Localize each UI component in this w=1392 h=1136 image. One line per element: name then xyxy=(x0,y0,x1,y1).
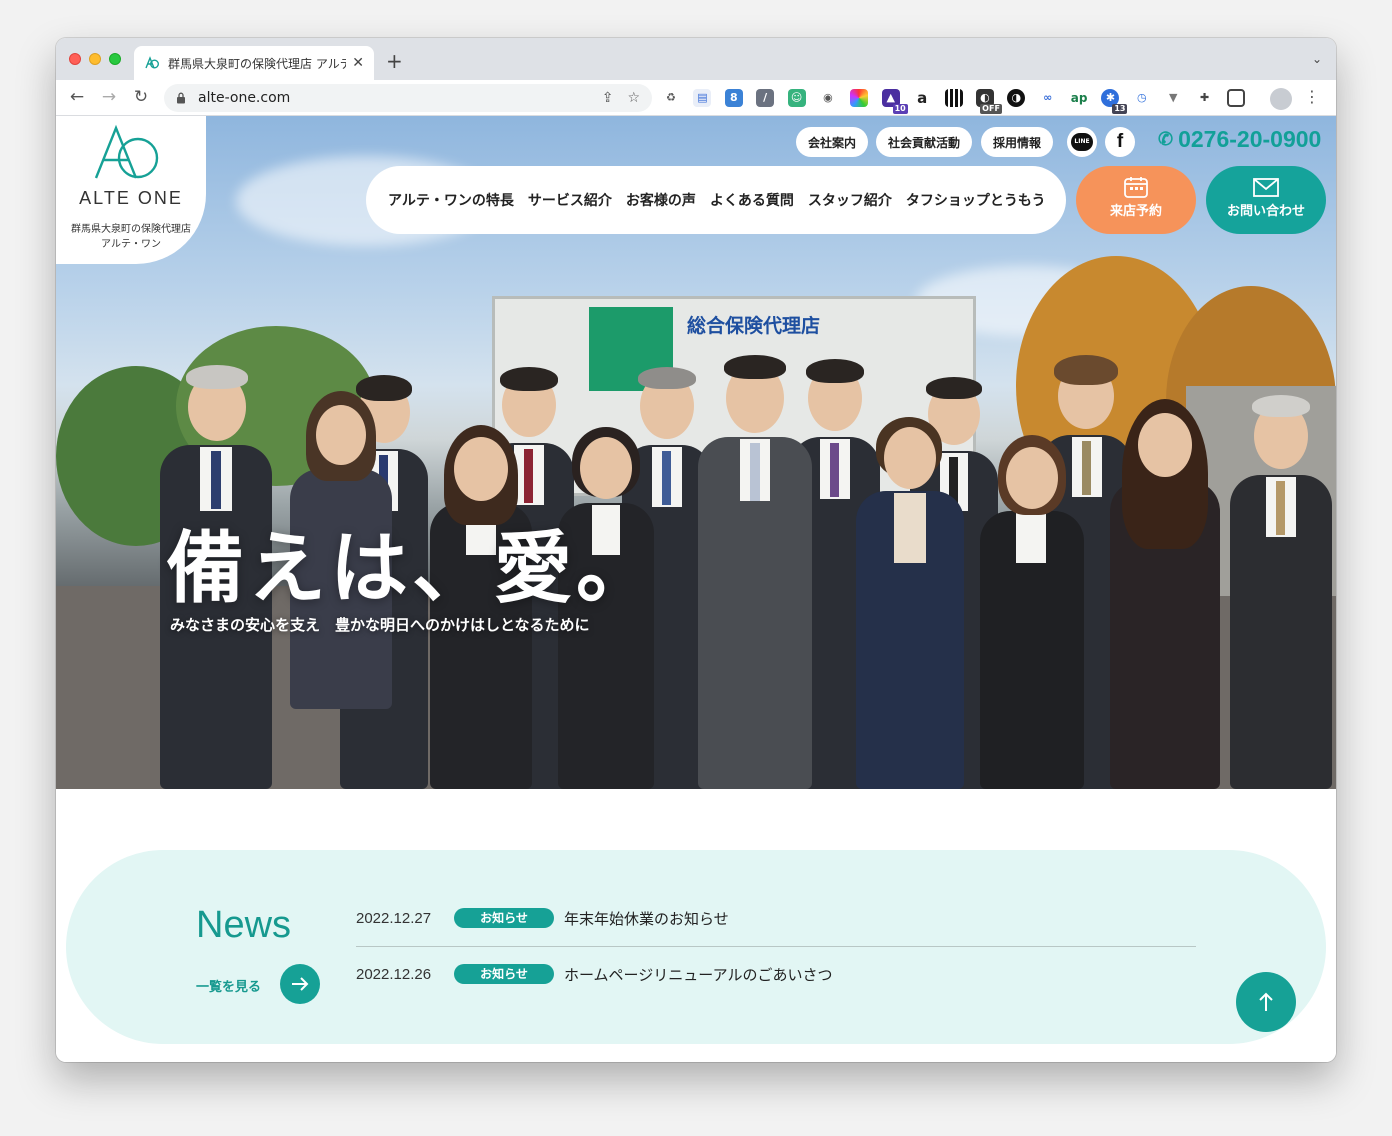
staff-person xyxy=(852,399,968,789)
reserve-visit-button[interactable]: 来店予約 xyxy=(1076,166,1196,234)
news-view-all-button[interactable] xyxy=(280,964,320,1004)
web-page: 総合保険代理店 備えは、愛。 みなさまの安心を支え 豊かな明日へのかけはしとなる… xyxy=(56,116,1336,1062)
link-extension-icon[interactable]: ∞ xyxy=(1038,89,1057,107)
news-view-all-link[interactable]: 一覧を見る xyxy=(196,976,261,995)
recruit-link[interactable]: 採用情報 xyxy=(981,127,1053,157)
contact-label: お問い合わせ xyxy=(1226,204,1305,219)
logo-text: ALTE ONE xyxy=(79,188,183,208)
phone-number: 0276-20-0900 xyxy=(1178,125,1322,152)
calendar-icon xyxy=(1124,177,1148,198)
browser-window: 群馬県大泉町の保険代理店 アルテ ✕ + ⌄ ← → ↻ alte-one.co… xyxy=(56,38,1336,1062)
line-icon: LINE xyxy=(1071,133,1093,151)
vue-extension-icon[interactable]: ▼ xyxy=(1164,89,1183,107)
reload-button[interactable]: ↻ xyxy=(130,87,152,107)
forward-button[interactable]: → xyxy=(98,87,120,107)
arrow-up-icon xyxy=(1259,992,1273,1011)
side-panel-icon[interactable] xyxy=(1227,89,1246,107)
nav-features[interactable]: アルテ・ワンの特長 xyxy=(388,190,514,210)
qr-code-extension-icon[interactable] xyxy=(944,89,963,107)
company-info-link[interactable]: 会社案内 xyxy=(796,127,868,157)
nav-testimonials[interactable]: お客様の声 xyxy=(626,190,696,210)
logo-subtitle: 群馬県大泉町の保険代理店 xyxy=(71,224,191,235)
staff-person xyxy=(1106,389,1224,789)
browser-menu-icon[interactable]: ⋮ xyxy=(1304,87,1320,106)
address-bar[interactable]: alte-one.com ⇪ ☆ xyxy=(164,84,652,112)
tab-title: 群馬県大泉町の保険代理店 アルテ xyxy=(168,56,347,71)
news-date: 2022.12.27 xyxy=(356,909,432,927)
news-item[interactable]: 2022.12.27 お知らせ 年末年始休業のお知らせ xyxy=(356,898,1196,938)
tab-search-chevron-icon[interactable]: ⌄ xyxy=(1312,52,1322,66)
back-to-top-button[interactable] xyxy=(1236,972,1296,1032)
bookmark-star-icon[interactable]: ☆ xyxy=(627,90,640,106)
nav-staff[interactable]: スタッフ紹介 xyxy=(808,190,892,210)
close-tab-icon[interactable]: ✕ xyxy=(352,55,364,71)
news-title: ホームページリニューアルのごあいさつ xyxy=(564,965,833,984)
ap-extension-icon[interactable]: ap xyxy=(1070,89,1089,107)
face-extension-icon[interactable]: ☺ xyxy=(787,89,806,107)
news-category-badge: お知らせ xyxy=(454,908,554,928)
maximize-window-button[interactable] xyxy=(109,53,121,65)
news-heading: News xyxy=(196,904,292,946)
tab-strip: 群馬県大泉町の保険代理店 アルテ ✕ + ⌄ xyxy=(56,38,1336,80)
sign-text: 総合保険代理店 xyxy=(687,315,821,337)
news-title: 年末年始休業のお知らせ xyxy=(564,909,729,928)
back-button[interactable]: ← xyxy=(66,87,88,107)
extensions-row: ♻ ▤ 8 / ☺ ◉ ▲ 10 a ◐ OFF ◑ ∞ ap ✱ 13 ◷ ▼ ✚ xyxy=(662,88,1258,114)
profile-avatar[interactable] xyxy=(1270,88,1292,110)
mail-icon xyxy=(1253,178,1279,197)
amazon-extension-icon[interactable]: a xyxy=(913,89,932,107)
site-favicon-icon xyxy=(145,56,159,69)
news-divider xyxy=(356,946,1196,947)
new-tab-button[interactable]: + xyxy=(386,49,403,73)
color-picker-extension-icon[interactable] xyxy=(850,89,869,107)
browser-tab[interactable]: 群馬県大泉町の保険代理店 アルテ ✕ xyxy=(134,46,374,80)
hero-subtitle: みなさまの安心を支え 豊かな明日へのかけはしとなるために xyxy=(170,616,590,634)
news-section: News 一覧を見る 2022.12.27 お知らせ 年末年始休業のお知らせ 2… xyxy=(66,850,1326,1044)
gear-extension-icon[interactable]: ✱ 13 xyxy=(1101,89,1128,114)
alte-one-logo-icon xyxy=(94,124,159,179)
dark-mode-extension-icon[interactable]: ◑ xyxy=(1007,89,1026,107)
graduation-extension-icon[interactable]: ▲ 10 xyxy=(881,89,908,114)
social-contribution-link[interactable]: 社会貢献活動 xyxy=(876,127,972,157)
phone-number-link[interactable]: ✆ 0276-20-0900 xyxy=(1158,124,1321,154)
news-category-badge: お知らせ xyxy=(454,964,554,984)
camera-extension-icon[interactable]: ◉ xyxy=(818,89,837,107)
browser-toolbar: ← → ↻ alte-one.com ⇪ ☆ ♻ ▤ 8 / ☺ ◉ ▲10 xyxy=(56,80,1336,116)
facebook-icon: f xyxy=(1116,131,1124,152)
main-navigation: アルテ・ワンの特長 サービス紹介 お客様の声 よくある質問 スタッフ紹介 タフシ… xyxy=(366,166,1066,234)
line-link[interactable]: LINE xyxy=(1067,127,1097,157)
lock-icon xyxy=(177,92,185,104)
nav-tough-shop[interactable]: タフショップとうもう xyxy=(906,190,1046,210)
staff-person xyxy=(1226,389,1336,789)
tab-extension-icon[interactable]: 8 xyxy=(724,89,743,107)
screenshot-extension-icon[interactable]: ▤ xyxy=(693,89,712,107)
staff-person xyxy=(976,419,1088,789)
news-date: 2022.12.26 xyxy=(356,965,432,983)
staff-person-center xyxy=(694,349,816,789)
contact-button[interactable]: お問い合わせ xyxy=(1206,166,1326,234)
reserve-visit-label: 来店予約 xyxy=(1109,204,1162,219)
site-logo[interactable]: ALTE ONE 群馬県大泉町の保険代理店 アルテ・ワン xyxy=(56,116,206,264)
speed-extension-icon[interactable]: ◐ OFF xyxy=(975,89,1002,114)
nav-services[interactable]: サービス紹介 xyxy=(528,190,612,210)
code-extension-icon[interactable]: / xyxy=(756,89,775,107)
arrow-right-icon xyxy=(292,977,309,991)
hero-catchphrase: 備えは、愛。 xyxy=(166,524,659,614)
close-window-button[interactable] xyxy=(69,53,81,65)
url-text: alte-one.com xyxy=(198,90,291,106)
minimize-window-button[interactable] xyxy=(89,53,101,65)
nav-faq[interactable]: よくある質問 xyxy=(710,190,794,210)
facebook-link[interactable]: f xyxy=(1105,127,1135,157)
logo-subtitle-name: アルテ・ワン xyxy=(101,239,161,250)
news-item[interactable]: 2022.12.26 お知らせ ホームページリニューアルのごあいさつ xyxy=(356,954,1196,994)
history-extension-icon[interactable]: ◷ xyxy=(1132,89,1151,107)
screenshot-stage: 群馬県大泉町の保険代理店 アルテ ✕ + ⌄ ← → ↻ alte-one.co… xyxy=(0,0,1392,1136)
recycle-extension-icon[interactable]: ♻ xyxy=(662,89,680,107)
phone-icon: ✆ xyxy=(1158,128,1174,149)
puzzle-extensions-icon[interactable]: ✚ xyxy=(1195,89,1214,107)
share-icon[interactable]: ⇪ xyxy=(602,90,614,106)
